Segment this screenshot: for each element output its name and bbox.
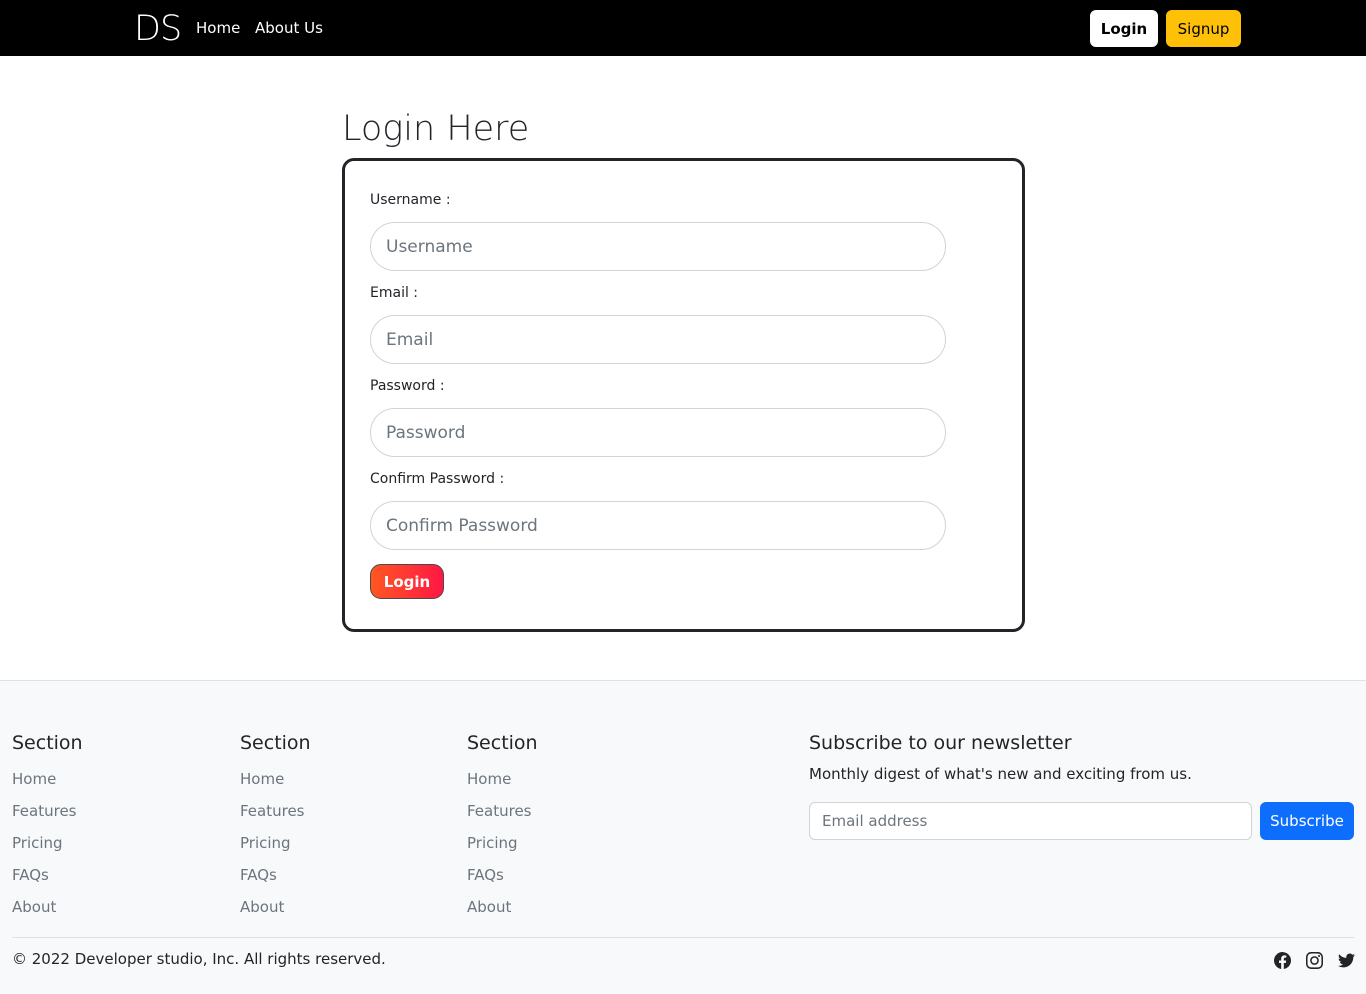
newsletter-heading: Subscribe to our newsletter [809,732,1072,754]
footer-link-features[interactable]: Features [467,795,538,827]
username-label: Username : [370,192,451,208]
footer-column-2: Section Home Features Pricing FAQs About [240,731,311,923]
footer-link-faqs[interactable]: FAQs [240,859,311,891]
twitter-icon[interactable] [1337,951,1355,969]
footer-link-about[interactable]: About [240,891,311,923]
top-navbar: DS Home About Us Login Signup [0,0,1366,56]
footer-link-home[interactable]: Home [12,763,83,795]
footer-link-features[interactable]: Features [12,795,83,827]
newsletter-description: Monthly digest of what's new and excitin… [809,765,1192,783]
footer-link-faqs[interactable]: FAQs [12,859,83,891]
instagram-icon[interactable] [1305,951,1323,969]
confirm-password-input[interactable] [370,501,946,550]
nav-link-about-us[interactable]: About Us [255,18,323,38]
page-title: Login Here [342,109,530,149]
footer-column-heading: Section [467,732,538,754]
navbar-login-button[interactable]: Login [1090,10,1158,47]
footer-link-pricing[interactable]: Pricing [467,827,538,859]
password-input[interactable] [370,408,946,457]
brand-logo[interactable]: DS [134,7,182,51]
username-input[interactable] [370,222,946,271]
footer-column-3: Section Home Features Pricing FAQs About [467,731,538,923]
footer-link-home[interactable]: Home [467,763,538,795]
facebook-icon[interactable] [1273,951,1291,969]
footer-link-pricing[interactable]: Pricing [240,827,311,859]
login-submit-button[interactable]: Login [370,564,444,599]
login-form: Username : Email : Password : Confirm Pa… [342,158,1025,632]
confirm-password-label: Confirm Password : [370,471,505,487]
nav-link-home[interactable]: Home [196,18,240,38]
footer-link-about[interactable]: About [467,891,538,923]
subscribe-button[interactable]: Subscribe [1260,802,1354,840]
footer-link-pricing[interactable]: Pricing [12,827,83,859]
footer-link-home[interactable]: Home [240,763,311,795]
email-input[interactable] [370,315,946,364]
footer: Section Home Features Pricing FAQs About… [0,680,1366,994]
footer-divider [12,937,1354,938]
newsletter-email-input[interactable] [809,802,1252,840]
footer-link-features[interactable]: Features [240,795,311,827]
footer-column-heading: Section [12,732,83,754]
copyright-text: © 2022 Developer studio, Inc. All rights… [12,950,386,968]
footer-column-heading: Section [240,732,311,754]
navbar-signup-button[interactable]: Signup [1166,10,1241,47]
email-label: Email : [370,285,419,301]
password-label: Password : [370,378,445,394]
footer-column-1: Section Home Features Pricing FAQs About [12,731,83,923]
footer-link-faqs[interactable]: FAQs [467,859,538,891]
footer-link-about[interactable]: About [12,891,83,923]
newsletter-section: Subscribe to our newsletter Monthly dige… [809,731,1354,840]
